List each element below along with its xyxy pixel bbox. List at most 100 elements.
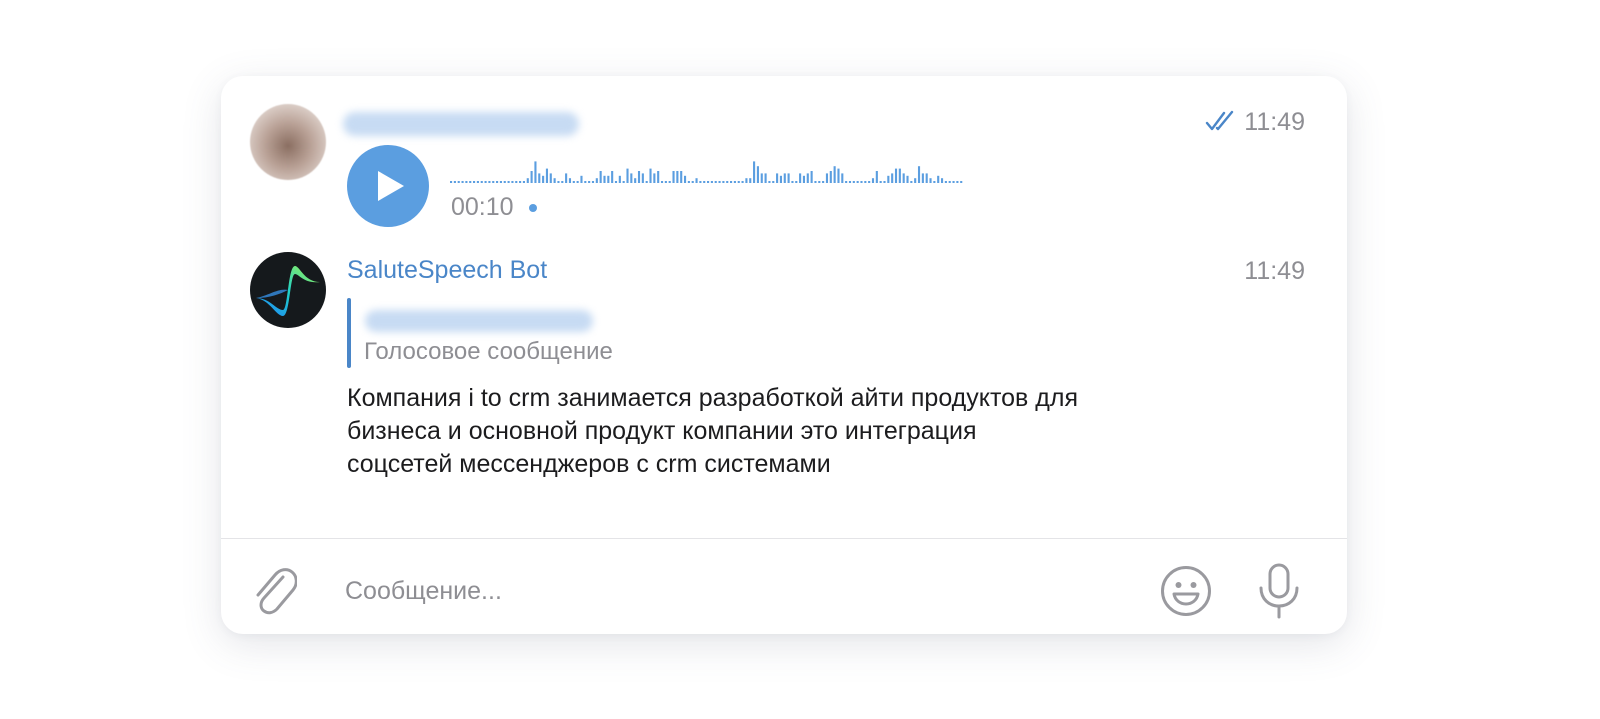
waveform-bar	[825, 173, 829, 183]
waveform-bar	[680, 171, 683, 183]
waveform-bar	[868, 181, 871, 183]
waveform-bar	[776, 173, 779, 183]
microphone-icon[interactable]	[1256, 563, 1302, 619]
waveform-bar	[511, 181, 514, 183]
waveform-bar	[822, 181, 825, 183]
waveform-bar	[499, 181, 502, 183]
waveform-bar	[687, 181, 690, 183]
waveform-bar	[933, 181, 936, 183]
unread-dot	[529, 204, 537, 212]
waveform-bar	[549, 173, 552, 183]
waveform-bar	[453, 181, 456, 183]
waveform-bar	[883, 181, 886, 183]
waveform-bar	[545, 168, 549, 183]
waveform-bar	[649, 168, 652, 183]
waveform-bar	[519, 181, 522, 183]
waveform-bar	[634, 178, 637, 183]
waveform-bar	[557, 181, 560, 183]
waveform-bar	[929, 178, 932, 183]
play-icon	[378, 171, 404, 201]
reply-sender-blurred	[365, 310, 593, 332]
waveform-bar	[584, 181, 587, 183]
reply-quote[interactable]: Голосовое сообщение	[347, 298, 747, 368]
voice-duration: 00:10	[451, 193, 514, 221]
waveform-bar	[898, 168, 901, 183]
waveform-bar	[937, 175, 940, 183]
waveform-bar	[630, 173, 633, 183]
waveform-bar	[660, 181, 664, 183]
waveform-bar	[703, 181, 706, 183]
double-check-icon	[1205, 110, 1234, 131]
waveform-bar	[664, 181, 667, 183]
bot-avatar[interactable]	[250, 252, 326, 328]
waveform-bar	[910, 181, 913, 183]
user-avatar[interactable]	[250, 104, 326, 180]
waveform-bar	[672, 171, 675, 183]
waveform-bar	[714, 181, 717, 183]
waveform-bar	[902, 173, 905, 183]
waveform-bar	[733, 181, 736, 183]
waveform-bar	[526, 178, 529, 183]
waveform-bar	[841, 173, 844, 183]
paperclip-icon[interactable]	[249, 563, 297, 617]
waveform-bar	[496, 181, 499, 183]
waveform-bar	[473, 181, 476, 183]
message-line: Компания i to crm занимается разработкой…	[347, 384, 1078, 412]
waveform-bar	[722, 181, 725, 183]
waveform-bar	[814, 181, 817, 183]
waveform-bar	[940, 178, 944, 183]
waveform-bar	[611, 171, 614, 183]
waveform-bar	[917, 166, 921, 183]
composer-divider	[221, 538, 1347, 539]
waveform-bar	[818, 181, 821, 183]
waveform-bar	[837, 168, 840, 183]
waveform-bar	[576, 181, 579, 183]
voice-message-time: 11:49	[1244, 108, 1305, 136]
waveform-bar	[503, 181, 506, 183]
waveform-bar	[710, 181, 713, 183]
waveform-bar	[760, 173, 763, 183]
waveform-bar	[848, 181, 852, 183]
waveform-bar	[580, 175, 583, 183]
message-line: бизнеса и основной продукт компании это …	[347, 417, 977, 445]
waveform-bar	[791, 181, 794, 183]
reply-bar	[347, 298, 351, 368]
waveform-bar	[465, 181, 468, 183]
waveform-bar	[488, 181, 491, 183]
waveform-bar	[956, 181, 959, 183]
waveform-bar	[561, 181, 564, 183]
waveform-bar	[572, 181, 575, 183]
waveform-bar	[925, 173, 928, 183]
play-button[interactable]	[347, 145, 429, 227]
waveform-bar	[695, 178, 698, 183]
waveform-bar	[768, 181, 771, 183]
waveform-bar	[699, 181, 702, 183]
waveform-bar	[641, 173, 644, 183]
waveform-bar	[753, 161, 756, 183]
waveform-bar	[944, 181, 947, 183]
waveform-bar	[810, 171, 813, 183]
waveform-bar	[783, 173, 786, 183]
waveform-bar	[588, 181, 591, 183]
waveform-bar	[668, 181, 671, 183]
waveform-bar	[461, 181, 464, 183]
waveform-bar	[879, 181, 882, 183]
waveform-bar	[779, 175, 782, 183]
waveform-bar	[718, 181, 721, 183]
salutespeech-logo-icon	[256, 266, 320, 316]
waveform-bar	[469, 181, 472, 183]
waveform-bar	[906, 175, 909, 183]
waveform-bar	[595, 178, 598, 183]
waveform-bar	[749, 178, 752, 183]
message-input[interactable]	[345, 571, 1125, 611]
waveform-bar	[603, 175, 606, 183]
waveform-bar	[887, 175, 890, 183]
voice-waveform[interactable]	[450, 159, 964, 183]
waveform-bar	[894, 168, 898, 183]
waveform-bar	[492, 181, 495, 183]
waveform-bar	[745, 178, 748, 183]
waveform-bar	[795, 181, 798, 183]
waveform-bar	[653, 173, 656, 183]
bot-sender-name[interactable]: SaluteSpeech Bot	[347, 256, 547, 285]
smiley-icon[interactable]	[1160, 565, 1212, 617]
